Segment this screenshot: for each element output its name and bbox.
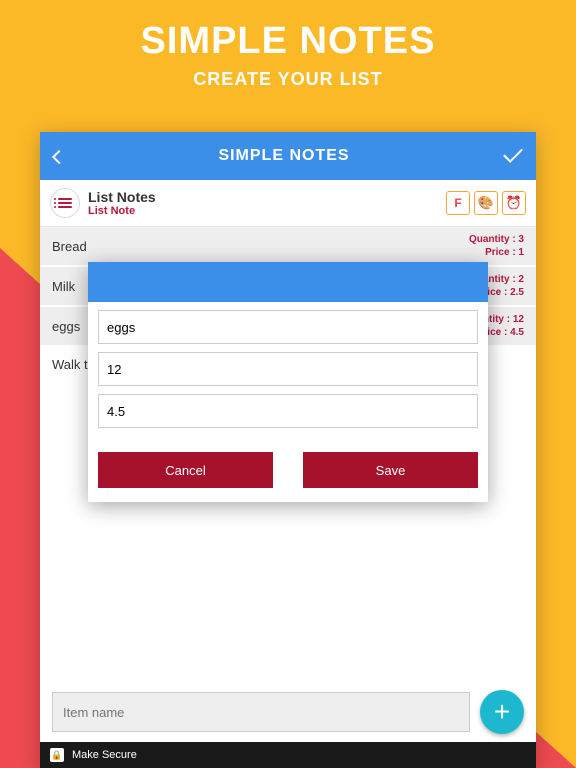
item-name: Bread — [52, 239, 87, 254]
bottom-input-area: + — [40, 690, 536, 742]
new-item-input[interactable] — [52, 692, 470, 732]
alarm-icon[interactable]: ⏰ — [502, 191, 526, 215]
modal-name-input[interactable] — [98, 310, 478, 344]
item-meta: Quantity : 3 Price : 1 — [469, 233, 524, 259]
list-item[interactable]: Bread Quantity : 3 Price : 1 — [40, 227, 536, 267]
item-name: Milk — [52, 279, 75, 294]
item-price-label: Price : 1 — [469, 246, 524, 259]
add-item-button[interactable]: + — [480, 690, 524, 734]
color-icon[interactable]: 🎨 — [474, 191, 498, 215]
app-frame: SIMPLE NOTES List Notes List Note F 🎨 ⏰ … — [40, 132, 536, 768]
modal-header — [88, 262, 488, 302]
app-header: SIMPLE NOTES — [40, 132, 536, 180]
promo-subtitle: CREATE YOUR LIST — [0, 69, 576, 90]
cancel-button[interactable]: Cancel — [98, 452, 273, 488]
lock-icon: 🔒 — [50, 748, 64, 762]
list-icon — [50, 188, 80, 218]
promo-header: SIMPLE NOTES CREATE YOUR LIST — [0, 0, 576, 90]
done-button[interactable] — [504, 145, 522, 168]
modal-price-input[interactable] — [98, 394, 478, 428]
app-title: SIMPLE NOTES — [218, 147, 349, 165]
item-qty-label: Quantity : 3 — [469, 233, 524, 246]
save-button[interactable]: Save — [303, 452, 478, 488]
promo-title: SIMPLE NOTES — [0, 20, 576, 63]
font-icon[interactable]: F — [446, 191, 470, 215]
modal-qty-input[interactable] — [98, 352, 478, 386]
edit-item-modal: Cancel Save — [88, 262, 488, 502]
make-secure-button[interactable]: Make Secure — [72, 749, 137, 761]
list-subtitle: List Note — [88, 205, 446, 217]
list-title: List Notes — [88, 189, 446, 205]
footer-bar: 🔒 Make Secure — [40, 742, 536, 768]
back-button[interactable] — [54, 145, 64, 168]
list-header-row: List Notes List Note F 🎨 ⏰ — [40, 180, 536, 227]
item-name: eggs — [52, 319, 80, 334]
